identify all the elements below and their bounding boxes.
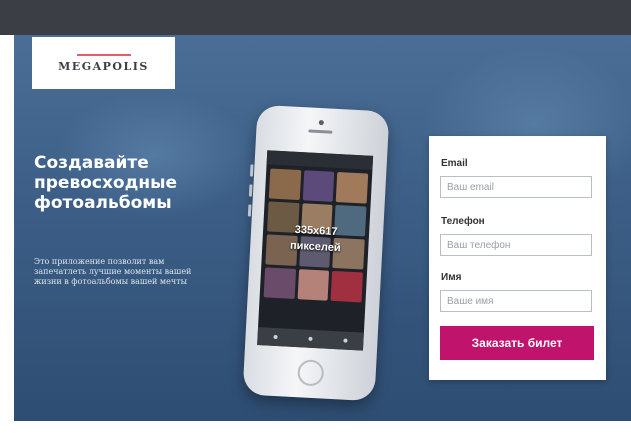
name-field[interactable] bbox=[440, 290, 592, 312]
phone-tab-bar bbox=[257, 327, 364, 351]
hero-description: Это приложение позволит вам запечатлеть … bbox=[34, 257, 192, 286]
phone-home-button bbox=[297, 359, 325, 387]
phone-side-button bbox=[247, 204, 252, 217]
phone-mockup: 335x617 пикселей bbox=[242, 104, 390, 402]
screen-size-label: 335x617 пикселей bbox=[262, 220, 370, 258]
photo-thumbnail bbox=[268, 168, 301, 201]
phone-label: Телефон bbox=[441, 216, 485, 227]
top-bar bbox=[0, 0, 631, 35]
phone-side-button bbox=[249, 164, 254, 177]
phone-field[interactable] bbox=[440, 234, 592, 256]
hero-headline: Создавайте превосходные фотоальбомы bbox=[34, 153, 177, 213]
logo[interactable]: MEGAPOLIS bbox=[32, 37, 175, 89]
email-field[interactable] bbox=[440, 176, 592, 198]
phone-speaker bbox=[308, 129, 333, 134]
photo-thumbnail bbox=[302, 170, 335, 202]
tab-dot bbox=[343, 338, 348, 343]
photo-thumbnail bbox=[336, 172, 369, 204]
phone-screen: 335x617 пикселей bbox=[257, 150, 374, 351]
order-ticket-button[interactable]: Заказать билет bbox=[440, 326, 594, 360]
name-label: Имя bbox=[441, 272, 462, 283]
bottom-strip bbox=[0, 421, 631, 433]
logo-text: MEGAPOLIS bbox=[58, 59, 149, 73]
phone-side-button bbox=[248, 184, 253, 197]
phone-camera bbox=[318, 119, 324, 126]
tab-dot bbox=[308, 336, 313, 341]
tab-dot bbox=[273, 334, 278, 340]
photo-thumbnail bbox=[263, 267, 296, 299]
photo-thumbnail bbox=[297, 269, 330, 301]
logo-accent-line bbox=[76, 53, 131, 56]
email-label: Email bbox=[441, 158, 468, 169]
photo-thumbnail bbox=[330, 270, 364, 303]
ticket-order-form: Email Телефон Имя Заказать билет bbox=[429, 136, 606, 380]
